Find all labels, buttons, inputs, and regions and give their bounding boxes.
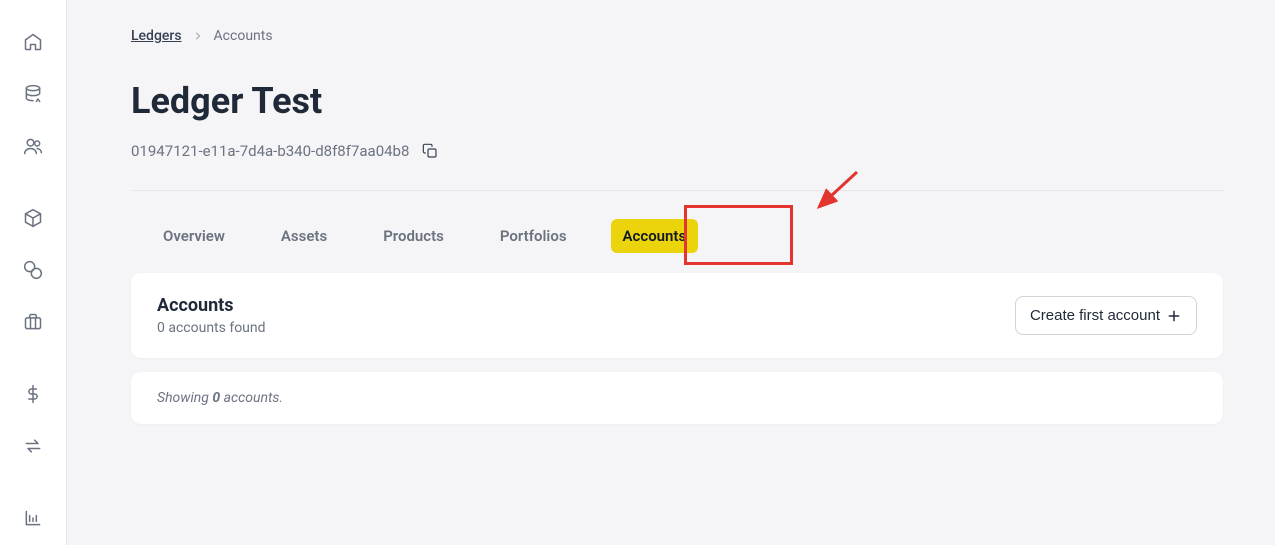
- accounts-card-text: Accounts 0 accounts found: [157, 295, 266, 336]
- page-title: Ledger Test: [131, 80, 1223, 122]
- tabs: Overview Assets Products Portfolios Acco…: [131, 191, 1223, 273]
- nav-database[interactable]: [15, 76, 51, 112]
- copy-button[interactable]: [419, 140, 441, 162]
- chevron-right-icon: [192, 30, 204, 42]
- create-first-account-button[interactable]: Create first account: [1015, 296, 1197, 335]
- sidebar: [0, 0, 67, 545]
- nav-users[interactable]: [15, 128, 51, 164]
- annotation-arrow: [807, 167, 867, 217]
- tab-products[interactable]: Products: [371, 219, 456, 253]
- nav-reports[interactable]: [15, 500, 51, 536]
- create-button-label: Create first account: [1030, 307, 1160, 324]
- accounts-card-title: Accounts: [157, 295, 266, 316]
- nav-coins[interactable]: [15, 252, 51, 288]
- coins-icon: [23, 260, 43, 280]
- nav-home[interactable]: [15, 24, 51, 60]
- breadcrumb-parent[interactable]: Ledgers: [131, 28, 182, 44]
- nav-briefcase[interactable]: [15, 304, 51, 340]
- main-content: Ledgers Accounts Ledger Test 01947121-e1…: [67, 0, 1275, 545]
- summary-count: 0: [212, 390, 220, 406]
- summary-prefix: Showing: [157, 390, 212, 406]
- ledger-id-row: 01947121-e11a-7d4a-b340-d8f8f7aa04b8: [131, 140, 1223, 162]
- summary-suffix: accounts.: [220, 390, 283, 406]
- cube-icon: [23, 208, 43, 228]
- nav-dollar[interactable]: [15, 376, 51, 412]
- nav-cube[interactable]: [15, 200, 51, 236]
- tab-assets[interactable]: Assets: [269, 219, 339, 253]
- accounts-card-subtitle: 0 accounts found: [157, 320, 266, 336]
- nav-transfer[interactable]: [15, 428, 51, 464]
- transfer-icon: [23, 436, 43, 456]
- briefcase-icon: [23, 312, 43, 332]
- breadcrumb-current: Accounts: [214, 28, 273, 44]
- tab-accounts[interactable]: Accounts: [611, 219, 699, 253]
- summary-card: Showing 0 accounts.: [131, 372, 1223, 424]
- accounts-card: Accounts 0 accounts found Create first a…: [131, 273, 1223, 358]
- ledger-id: 01947121-e11a-7d4a-b340-d8f8f7aa04b8: [131, 142, 409, 160]
- tab-portfolios[interactable]: Portfolios: [488, 219, 579, 253]
- tab-overview[interactable]: Overview: [151, 219, 237, 253]
- plus-icon: [1166, 308, 1182, 324]
- users-icon: [23, 136, 43, 156]
- database-icon: [23, 84, 43, 104]
- bar-chart-icon: [23, 508, 43, 528]
- copy-icon: [422, 143, 438, 159]
- annotation-highlight-box: [684, 205, 793, 265]
- dollar-icon: [23, 384, 43, 404]
- home-icon: [23, 32, 43, 52]
- breadcrumb: Ledgers Accounts: [131, 28, 1223, 44]
